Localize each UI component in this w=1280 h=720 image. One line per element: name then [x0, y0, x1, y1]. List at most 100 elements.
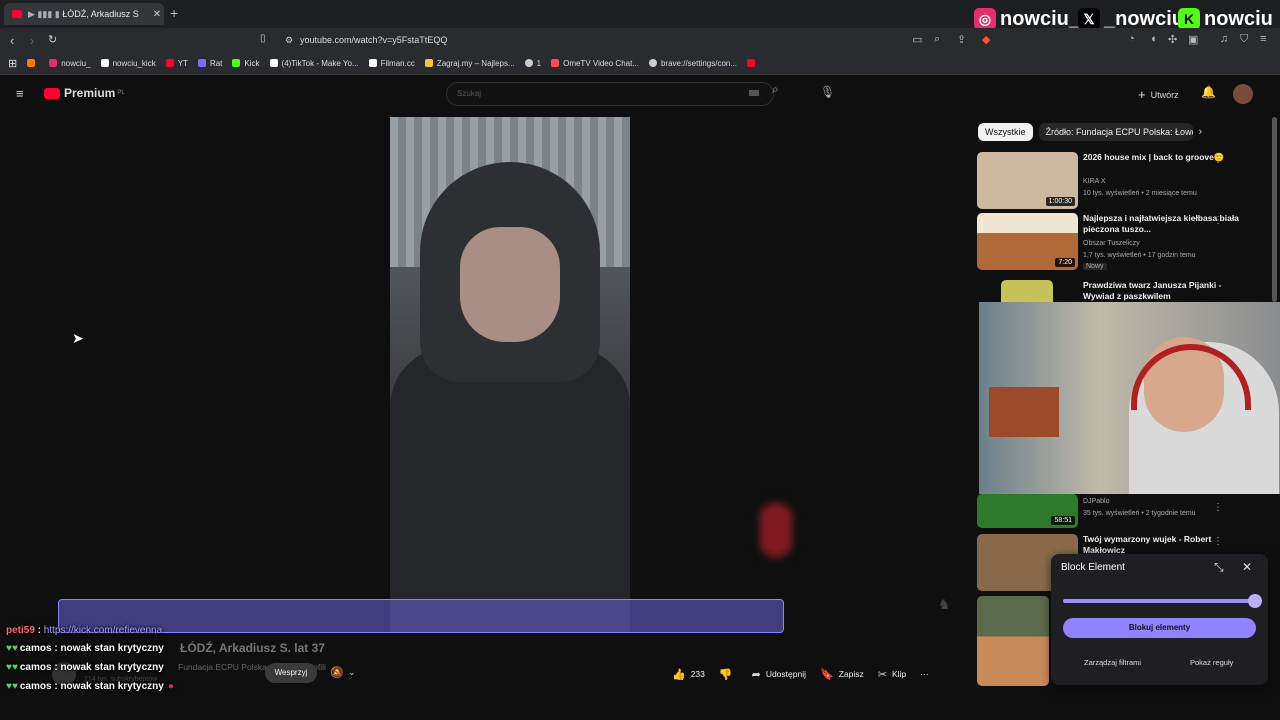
mouse-cursor-icon: ➤: [72, 330, 84, 346]
chip-source[interactable]: Źródło: Fundacja ECPU Polska: Łowcy: [1038, 123, 1193, 141]
chat-text: nowak stan krytyczny: [60, 643, 164, 654]
music-icon[interactable]: ♫: [1220, 33, 1228, 45]
like-button[interactable]: 👍 233: [672, 668, 705, 681]
bookmark-item[interactable]: Rat: [197, 59, 222, 68]
more-vert-icon[interactable]: ⋮: [1213, 215, 1223, 226]
chat-username: peti59: [6, 625, 35, 636]
chat-link[interactable]: https://kick.com/refievenna: [44, 625, 162, 636]
bookmark-item[interactable]: 1: [524, 59, 541, 68]
bookmark-item[interactable]: brave://settings/con...: [648, 59, 737, 68]
thumbs-up-icon: 👍: [672, 668, 686, 681]
bookmark-item[interactable]: nowciu_: [49, 59, 91, 68]
notification-settings-icon[interactable]: 🔕: [330, 666, 344, 679]
recommendation-title[interactable]: Twój wymarzony wujek - Robert Makłowicz: [1083, 534, 1253, 556]
premium-label: Premium: [64, 86, 116, 100]
avatar[interactable]: [1233, 84, 1253, 104]
more-vert-icon[interactable]: ⋮: [1213, 536, 1223, 547]
vpn-icon[interactable]: ⛉: [1240, 33, 1248, 46]
keyboard-icon[interactable]: [749, 90, 759, 96]
extension-icon[interactable]: ◔: [1128, 33, 1135, 45]
bookmark-item[interactable]: [747, 59, 759, 67]
heart-badge-icon: ♥♥: [6, 681, 18, 692]
bookmark-favicon-icon: [424, 59, 433, 67]
share-button[interactable]: ➦ Udostępnij: [752, 668, 806, 681]
more-vert-icon[interactable]: ⋮: [1213, 154, 1223, 165]
bookmark-item[interactable]: Filman.cc: [368, 59, 415, 68]
video-player[interactable]: [390, 117, 630, 632]
bookmark-item[interactable]: Kick: [232, 59, 260, 68]
block-elements-button[interactable]: Blokuj elementy: [1063, 618, 1256, 638]
more-actions-icon[interactable]: ⋯: [920, 669, 929, 680]
thumbs-down-icon: 👎: [718, 668, 733, 681]
video-thumbnail[interactable]: 58:51: [977, 494, 1078, 528]
apps-icon[interactable]: ⊞: [8, 57, 17, 70]
globe-icon: [648, 59, 657, 67]
close-tab-icon[interactable]: ✕: [150, 9, 164, 20]
video-thumbnail[interactable]: [977, 596, 1049, 686]
video-thumbnail[interactable]: 1:00:30: [977, 152, 1078, 209]
chat-message: peti59 : https://kick.com/refievenna: [6, 625, 163, 636]
youtube-icon: [747, 59, 756, 67]
recommendation-meta: 35 tys. wyświetleń • 2 tygodnie temu: [1083, 510, 1196, 517]
video-thumbnail[interactable]: [1001, 280, 1053, 302]
recommendation-channel[interactable]: Obszar Tuszeliczy: [1083, 240, 1140, 247]
puzzle-icon[interactable]: ✣: [1168, 33, 1177, 46]
recommendation-item[interactable]: 1:00:30 2026 house mix | back to groove🙂…: [977, 152, 1267, 210]
forward-icon[interactable]: ›: [30, 33, 34, 48]
specificity-slider[interactable]: [1063, 594, 1262, 608]
brave-shield-icon[interactable]: ◆: [982, 33, 990, 46]
tab-active[interactable]: ▶ ▮▮▮ ▮ ŁÓDŹ, Arkadiusz S ✕: [4, 3, 164, 25]
webcam-background: [989, 387, 1059, 437]
zoom-icon[interactable]: ⌕: [934, 33, 940, 46]
chevron-right-icon[interactable]: ›: [1199, 126, 1203, 138]
share-icon[interactable]: ⇪: [957, 33, 966, 46]
site-info-icon[interactable]: ⚙: [285, 35, 293, 46]
bookmark-item[interactable]: nowciu_kick: [100, 59, 156, 68]
support-button[interactable]: Wesprzyj: [265, 663, 317, 683]
recommendation-item[interactable]: Prawdziwa twarz Janusza Pijanki - Wywiad…: [977, 280, 1267, 302]
new-tab-icon[interactable]: +: [170, 5, 178, 21]
chevron-down-icon[interactable]: ⌄: [348, 667, 356, 678]
url-field[interactable]: youtube.com/watch?v=y5FstaTtEQQ: [300, 35, 447, 45]
clip-button[interactable]: ✂ Klip: [878, 668, 906, 681]
reload-icon[interactable]: ↻: [48, 33, 57, 46]
recommendation-title[interactable]: 2026 house mix | back to groove🙂: [1083, 152, 1253, 163]
recommendation-item[interactable]: 7:20 Najlepsza i najłatwiejsza kiełbasa …: [977, 213, 1267, 271]
bookmark-item[interactable]: Zagraj.my – Najleps...: [424, 59, 515, 68]
minimize-icon[interactable]: ⤡: [1214, 560, 1224, 575]
bookmark-item[interactable]: OmeTV Video Chat...: [551, 59, 639, 68]
youtube-logo[interactable]: Premium PL: [44, 86, 125, 100]
chat-username: camos: [19, 681, 52, 692]
audio-icon[interactable]: ◖: [1150, 33, 1157, 45]
menu-icon[interactable]: ≡: [1260, 33, 1266, 45]
bookmark-item[interactable]: YT: [165, 59, 188, 68]
video-thumbnail[interactable]: 7:20: [977, 213, 1078, 270]
close-icon[interactable]: ✕: [1242, 560, 1252, 574]
show-rules-link[interactable]: Pokaż reguły: [1190, 658, 1233, 667]
chip-all[interactable]: Wszystkie: [978, 123, 1033, 141]
bookmark-icon[interactable]: ▯: [260, 33, 266, 44]
chat-text: nowak stan krytyczny: [60, 662, 164, 673]
search-icon[interactable]: ⌕: [772, 82, 796, 104]
recommendation-title[interactable]: Prawdziwa twarz Janusza Pijanki - Wywiad…: [1083, 280, 1253, 302]
scrollbar[interactable]: [1272, 117, 1277, 302]
notifications-bell-icon[interactable]: 🔔: [1201, 85, 1216, 99]
recommendation-title[interactable]: Najlepsza i najłatwiejsza kiełbasa biała…: [1083, 213, 1253, 235]
back-icon[interactable]: ‹: [10, 33, 14, 48]
cast-icon[interactable]: ▭: [912, 33, 922, 46]
bookmark-favicon-icon: [551, 59, 560, 67]
search-input[interactable]: Szukaj: [446, 82, 774, 106]
manage-filters-link[interactable]: Zarządzaj filtrami: [1084, 658, 1141, 667]
sidebar-icon[interactable]: ▣: [1188, 33, 1198, 46]
save-button[interactable]: 🔖 Zapisz: [820, 668, 864, 681]
more-vert-icon[interactable]: ⋮: [1213, 502, 1223, 513]
recommendation-channel[interactable]: DJPablo: [1083, 498, 1109, 505]
recommendation-channel[interactable]: KIRA X: [1083, 178, 1106, 185]
bookmark-item[interactable]: (4)TikTok - Make Yo...: [269, 59, 359, 68]
microphone-icon[interactable]: 🎙: [820, 85, 835, 99]
create-button[interactable]: + Utwórz: [1138, 87, 1179, 102]
bookmark-item[interactable]: [27, 59, 39, 67]
dislike-button[interactable]: 👎: [719, 668, 738, 681]
hamburger-menu-icon[interactable]: ≡: [16, 86, 24, 101]
slider-handle[interactable]: [1248, 594, 1262, 608]
